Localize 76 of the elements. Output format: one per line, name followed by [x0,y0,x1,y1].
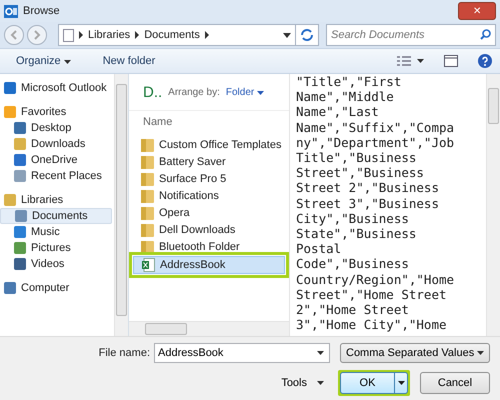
library-title: D.. [143,84,162,100]
close-button[interactable]: ✕ [458,2,496,20]
sidebar-item[interactable]: Pictures [0,240,112,256]
file-type-dropdown[interactable]: Comma Separated Values [340,343,490,363]
preview-text-line: Street","Home Street [296,286,447,302]
sidebar-item[interactable]: Desktop [0,120,112,136]
preview-text-line: 2","Home Street [296,302,410,318]
preview-text-line: Name","Middle [296,89,395,104]
tools-button[interactable]: Tools [277,375,328,391]
refresh-icon [300,29,314,41]
chevron-icon [204,31,210,39]
chevron-icon [134,31,140,39]
caret-icon[interactable] [317,351,324,355]
sidebar-item[interactable]: Videos [0,256,112,272]
sidebar-item[interactable]: OneDrive [0,152,112,168]
preview-text-line: "Title","First [296,74,402,90]
preview-pane-icon[interactable] [444,55,458,67]
app-icon [4,4,18,18]
window-title: Browse [23,5,60,17]
preview-text-line: Street 2","Business [296,180,440,196]
scrollbar[interactable] [129,321,289,336]
preview-text-line: Name","Suffix","Compa [296,120,456,135]
ok-button[interactable]: OK [340,372,408,394]
cancel-button[interactable]: Cancel [420,372,490,394]
caret-icon [317,381,324,385]
dropdown-icon[interactable] [283,32,291,38]
file-item[interactable]: Dell Downloads [133,222,285,238]
preview-text-line: Postal [296,241,342,256]
preview-text-line: Code","Business [296,256,410,272]
file-item[interactable]: Battery Saver [133,154,285,170]
preview-text-line: Street 3","Business [296,196,440,211]
address-bar[interactable]: Libraries Documents [58,24,296,46]
preview-text-line: Name","Last [296,104,380,120]
preview-text-line: 3","Home City","Home [296,317,448,332]
breadcrumb[interactable]: Libraries [88,29,130,41]
file-item[interactable]: Surface Pro 5 [133,171,285,187]
sidebar-item[interactable]: Microsoft Outlook [0,80,112,96]
sidebar-item[interactable]: Documents [0,208,112,224]
help-icon[interactable] [478,54,492,68]
preview-text-line: Title","Business [296,150,418,166]
sidebar-item[interactable]: Recent Places [0,168,112,184]
preview-text-line: City","Business [296,210,410,226]
organize-button[interactable]: Organize [12,53,75,69]
new-folder-button[interactable]: New folder [98,53,160,69]
page-icon [63,28,74,42]
preview-text-line: Country/Region","Home [296,272,456,287]
sidebar-item[interactable]: Favorites [0,104,112,120]
preview-text-line: Street","Business [296,165,425,180]
caret-icon [64,60,71,64]
preview-text-line: ny","Department","Job [296,134,456,150]
search-field[interactable]: Search Documents [326,24,496,46]
sidebar-item[interactable]: Music [0,224,112,240]
search-icon [480,29,491,40]
file-name-field[interactable]: AddressBook [154,343,330,363]
breadcrumb[interactable]: Documents [144,29,200,41]
scrollbar[interactable] [486,74,500,336]
refresh-button[interactable] [295,24,319,46]
caret-icon [398,381,404,385]
file-item[interactable]: Opera [133,205,285,221]
arrange-dropdown[interactable]: Folder [226,86,264,98]
file-item[interactable]: Notifications [133,188,285,204]
view-list-icon[interactable] [397,56,411,66]
sidebar-item[interactable]: Downloads [0,136,112,152]
spreadsheet-icon [142,258,155,272]
chevron-icon [78,31,84,39]
sidebar-item[interactable]: Computer [0,280,112,296]
dropdown-icon[interactable] [417,59,424,63]
file-name-label: File name: [98,347,150,359]
arrange-label: Arrange by: [168,86,220,98]
file-item[interactable]: Custom Office Templates [133,137,285,153]
column-header[interactable]: Name [129,111,289,133]
caret-icon [257,90,264,94]
preview-text-line: State","Business [296,226,418,242]
scrollbar[interactable] [114,74,128,336]
caret-icon [477,351,484,355]
sidebar-item[interactable]: Libraries [0,192,112,208]
